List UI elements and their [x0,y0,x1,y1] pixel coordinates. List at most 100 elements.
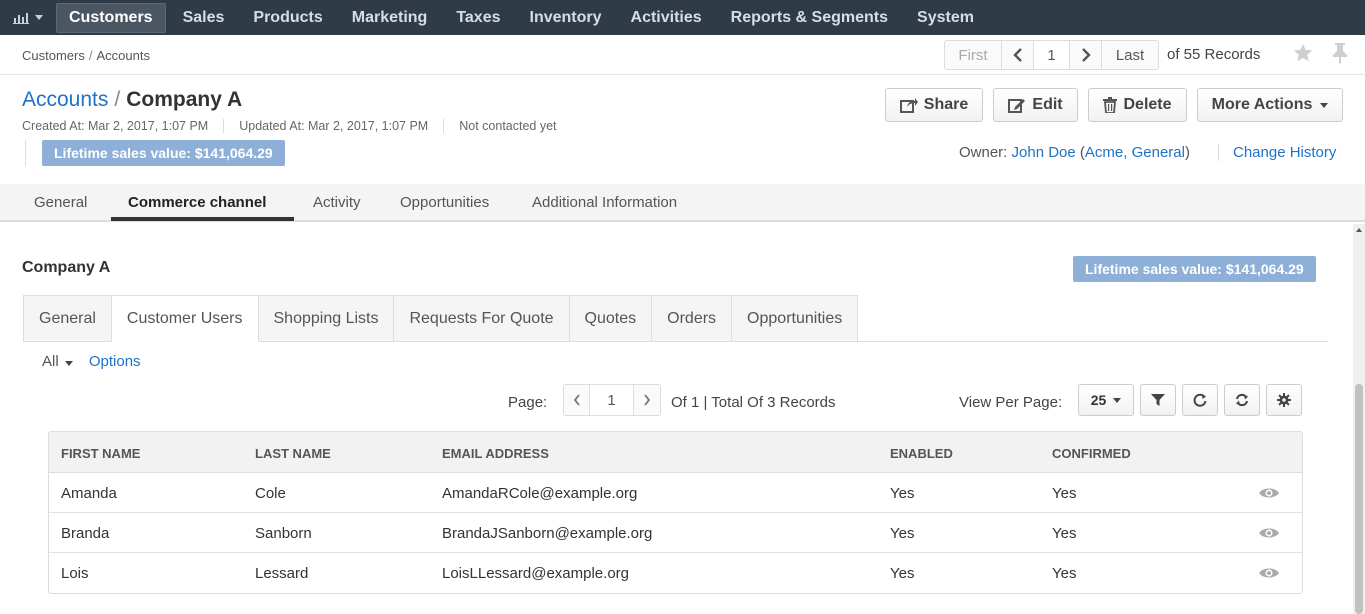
change-history-link[interactable]: Change History [1218,144,1336,161]
tab-commerce-channel[interactable]: Commerce channel [128,194,266,211]
record-count: of 55 Records [1167,46,1261,63]
first-record-button[interactable]: First [945,41,1002,69]
lifetime-badge-wrap: Lifetime sales value: $141,064.29 [25,140,285,166]
subtab-customer-users[interactable]: Customer Users [111,295,259,342]
chevron-left-icon [573,394,580,406]
tab-additional-information[interactable]: Additional Information [532,194,677,211]
next-record-button[interactable] [1070,41,1102,69]
tab-opportunities[interactable]: Opportunities [400,194,489,211]
section-lifetime-badge: Lifetime sales value: $141,064.29 [1073,256,1316,282]
owner-org-link[interactable]: Acme, General [1085,144,1185,161]
filter-icon [1151,394,1165,406]
tab-general[interactable]: General [34,194,87,211]
section-title: Company A [22,259,111,276]
last-record-button[interactable]: Last [1102,41,1158,69]
all-filter-dropdown[interactable]: All [42,353,73,370]
per-page-select[interactable]: 25 [1078,384,1134,416]
chevron-down-icon [35,15,43,20]
page-label: Page: [508,394,548,411]
nav-taxes[interactable]: Taxes [444,3,512,33]
accounts-link[interactable]: Accounts [22,88,108,111]
edit-button[interactable]: Edit [993,88,1078,122]
share-icon [899,98,918,113]
divider [857,341,1328,342]
filter-button[interactable] [1140,384,1176,416]
breadcrumb-bar: Customers / Accounts First 1 Last [0,35,1365,75]
column-last-name[interactable]: LAST NAME [255,446,331,461]
view-eye-icon[interactable] [1258,566,1280,580]
nav-activities[interactable]: Activities [619,3,714,33]
nav-inventory[interactable]: Inventory [518,3,614,33]
grid-pager: 1 [563,384,661,416]
filter-row: All Options [42,353,141,370]
previous-page-button[interactable] [564,385,590,415]
tab-activity[interactable]: Activity [313,194,361,211]
pin-icon[interactable] [1330,42,1350,64]
nav-sales[interactable]: Sales [171,3,237,33]
nav-reports-segments[interactable]: Reports & Segments [719,3,900,33]
subtab-orders[interactable]: Orders [652,295,733,342]
owner-info: Owner: John Doe (Acme, General) [959,144,1190,161]
delete-button[interactable]: Delete [1088,88,1187,122]
table-row[interactable]: Branda Sanborn BrandaJSanborn@example.or… [49,513,1302,553]
subtab-quotes[interactable]: Quotes [569,295,653,342]
reset-button[interactable] [1182,384,1218,416]
reset-icon [1193,393,1207,407]
chevron-down-icon [1320,102,1329,108]
chevron-down-icon [64,361,73,366]
nav-products[interactable]: Products [241,3,334,33]
nav-customers[interactable]: Customers [56,2,166,33]
column-confirmed[interactable]: CONFIRMED [1052,446,1131,461]
sub-tabs: General Customer Users Shopping Lists Re… [23,295,859,342]
breadcrumb: Customers / Accounts [22,48,150,63]
refresh-button[interactable] [1224,384,1260,416]
refresh-icon [1236,393,1248,407]
record-pager: First 1 Last [944,40,1159,70]
updated-at: Updated At: Mar 2, 2017, 1:07 PM [239,119,445,133]
table-row[interactable]: Lois Lessard LoisLLessard@example.org Ye… [49,553,1302,593]
column-enabled[interactable]: ENABLED [890,446,953,461]
record-number[interactable]: 1 [1034,41,1070,69]
chevron-left-icon [1012,48,1022,62]
edit-icon [1008,99,1026,113]
scrollbar[interactable] [1353,224,1365,614]
nav-marketing[interactable]: Marketing [340,3,440,33]
owner-link[interactable]: John Doe [1012,144,1076,161]
options-link[interactable]: Options [89,353,141,370]
star-icon[interactable] [1292,42,1314,64]
view-per-page-label: View Per Page: [959,394,1063,411]
subtab-general[interactable]: General [23,295,112,342]
column-email[interactable]: EMAIL ADDRESS [442,446,549,461]
previous-record-button[interactable] [1002,41,1034,69]
grid-header: FIRST NAME LAST NAME EMAIL ADDRESS ENABL… [49,432,1302,473]
share-button[interactable]: Share [885,88,983,122]
nav-system[interactable]: System [905,3,986,33]
dashboard-menu-button[interactable] [0,0,56,35]
scroll-thumb[interactable] [1355,384,1363,614]
breadcrumb-customers[interactable]: Customers [22,48,85,63]
subtab-shopping-lists[interactable]: Shopping Lists [258,295,395,342]
chevron-down-icon [1113,397,1122,403]
company-name: Company A [126,88,243,111]
trash-icon [1103,97,1118,113]
more-actions-dropdown[interactable]: More Actions [1197,88,1343,122]
breadcrumb-accounts[interactable]: Accounts [96,48,149,63]
chevron-right-icon [644,394,651,406]
view-eye-icon[interactable] [1258,486,1280,500]
table-row[interactable]: Amanda Cole AmandaRCole@example.org Yes … [49,473,1302,513]
top-nav: Customers Sales Products Marketing Taxes… [0,0,1365,35]
column-first-name[interactable]: FIRST NAME [61,446,140,461]
lifetime-sales-badge: Lifetime sales value: $141,064.29 [42,140,285,166]
scroll-up-icon[interactable] [1356,228,1362,232]
grid-settings-button[interactable] [1266,384,1302,416]
subtab-opportunities[interactable]: Opportunities [732,295,859,342]
subtab-requests-for-quote[interactable]: Requests For Quote [394,295,570,342]
record-meta: Created At: Mar 2, 2017, 1:07 PM Updated… [22,119,587,133]
chevron-right-icon [1081,48,1091,62]
contacted-status: Not contacted yet [459,119,557,133]
customer-users-grid: FIRST NAME LAST NAME EMAIL ADDRESS ENABL… [48,431,1303,594]
created-at: Created At: Mar 2, 2017, 1:07 PM [22,119,225,133]
view-eye-icon[interactable] [1258,526,1280,540]
page-number-input[interactable]: 1 [590,385,634,415]
next-page-button[interactable] [634,385,660,415]
